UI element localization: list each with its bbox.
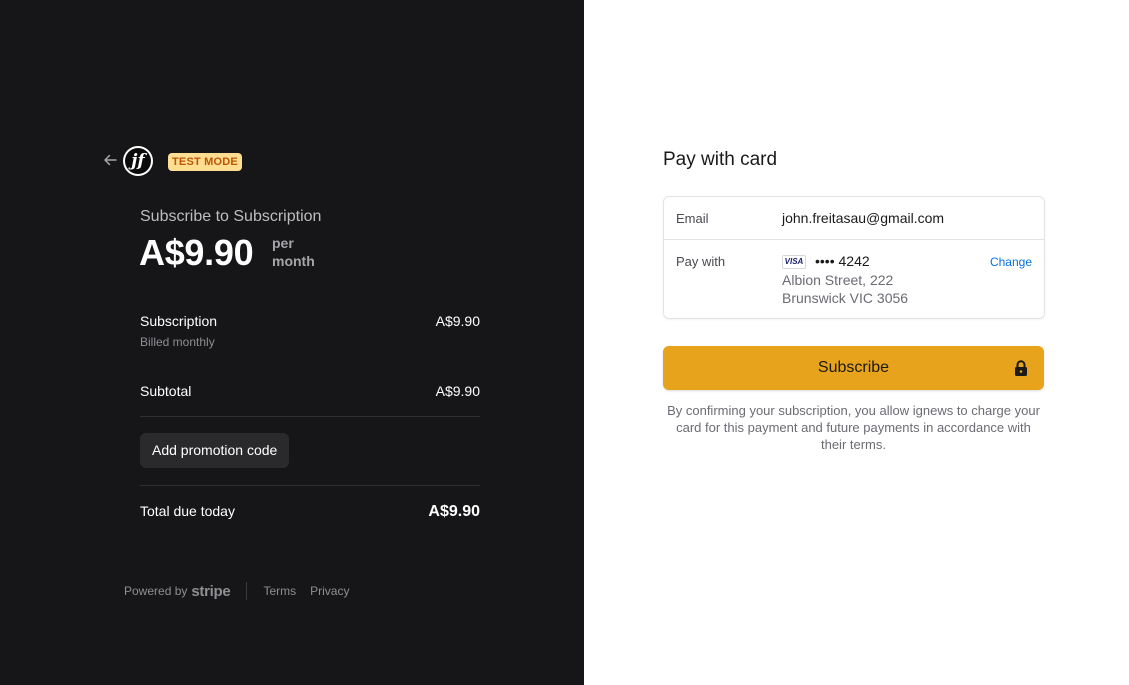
payment-details-box: Email john.freitasau@gmail.com Pay with … (663, 196, 1045, 319)
lock-icon (1015, 360, 1027, 376)
total-row: Total due today A$9.90 (140, 503, 480, 521)
billing-address-line1: Albion Street, 222 (782, 272, 894, 288)
pay-with-label: Pay with (676, 254, 726, 269)
visa-card-icon: VISA (782, 255, 806, 269)
line-item-billing: Billed monthly (140, 335, 215, 349)
add-promotion-code-button[interactable]: Add promotion code (140, 433, 290, 468)
price-interval-month: month (272, 253, 315, 269)
subscription-terms-text: By confirming your subscription, you all… (667, 403, 1040, 452)
payment-title: Pay with card (663, 149, 778, 170)
powered-by-stripe-link[interactable]: Powered by stripe (124, 582, 231, 600)
merchant-logo[interactable]: jf (123, 146, 153, 176)
powered-by-text: Powered by (124, 584, 188, 598)
total-amount: A$9.90 (428, 503, 480, 520)
line-item-row: Subscription A$9.90 (140, 313, 480, 329)
order-summary-panel: jf TEST MODE Subscribe to Subscription A… (0, 0, 584, 685)
line-item-amount: A$9.90 (435, 313, 480, 329)
billing-address-line2: Brunswick VIC 3056 (782, 290, 909, 306)
footer: Powered by stripe Terms Privacy (124, 582, 363, 600)
stripe-logo: stripe (191, 582, 231, 600)
payment-panel: Pay with card Email john.freitasau@gmail… (584, 0, 1129, 685)
price-amount: A$9.90 (139, 232, 254, 273)
email-label: Email (676, 211, 709, 226)
product-title: Subscribe to Subscription (140, 208, 322, 225)
merchant-logo-mark: jf (125, 148, 151, 174)
divider (140, 485, 480, 486)
test-mode-badge: TEST MODE (168, 153, 242, 171)
subscribe-button[interactable]: Subscribe (663, 346, 1044, 390)
price-interval: per month (272, 234, 315, 270)
subscribe-button-label: Subscribe (817, 359, 890, 376)
email-row[interactable]: Email john.freitasau@gmail.com (664, 197, 1044, 240)
subtotal-row: Subtotal A$9.90 (140, 383, 480, 399)
price-interval-per: per (272, 235, 294, 251)
subtotal-label: Subtotal (140, 383, 192, 399)
change-payment-link[interactable]: Change (990, 255, 1032, 269)
back-arrow-icon[interactable] (102, 152, 118, 168)
line-item-name: Subscription (140, 313, 218, 329)
card-number: •••• 4242 (815, 253, 870, 269)
footer-divider (246, 582, 248, 600)
subtotal-amount: A$9.90 (435, 383, 480, 399)
terms-link[interactable]: Terms (263, 584, 296, 598)
divider (140, 416, 480, 417)
email-value[interactable]: john.freitasau@gmail.com (782, 210, 944, 226)
privacy-link[interactable]: Privacy (310, 584, 349, 598)
total-label: Total due today (140, 503, 235, 519)
